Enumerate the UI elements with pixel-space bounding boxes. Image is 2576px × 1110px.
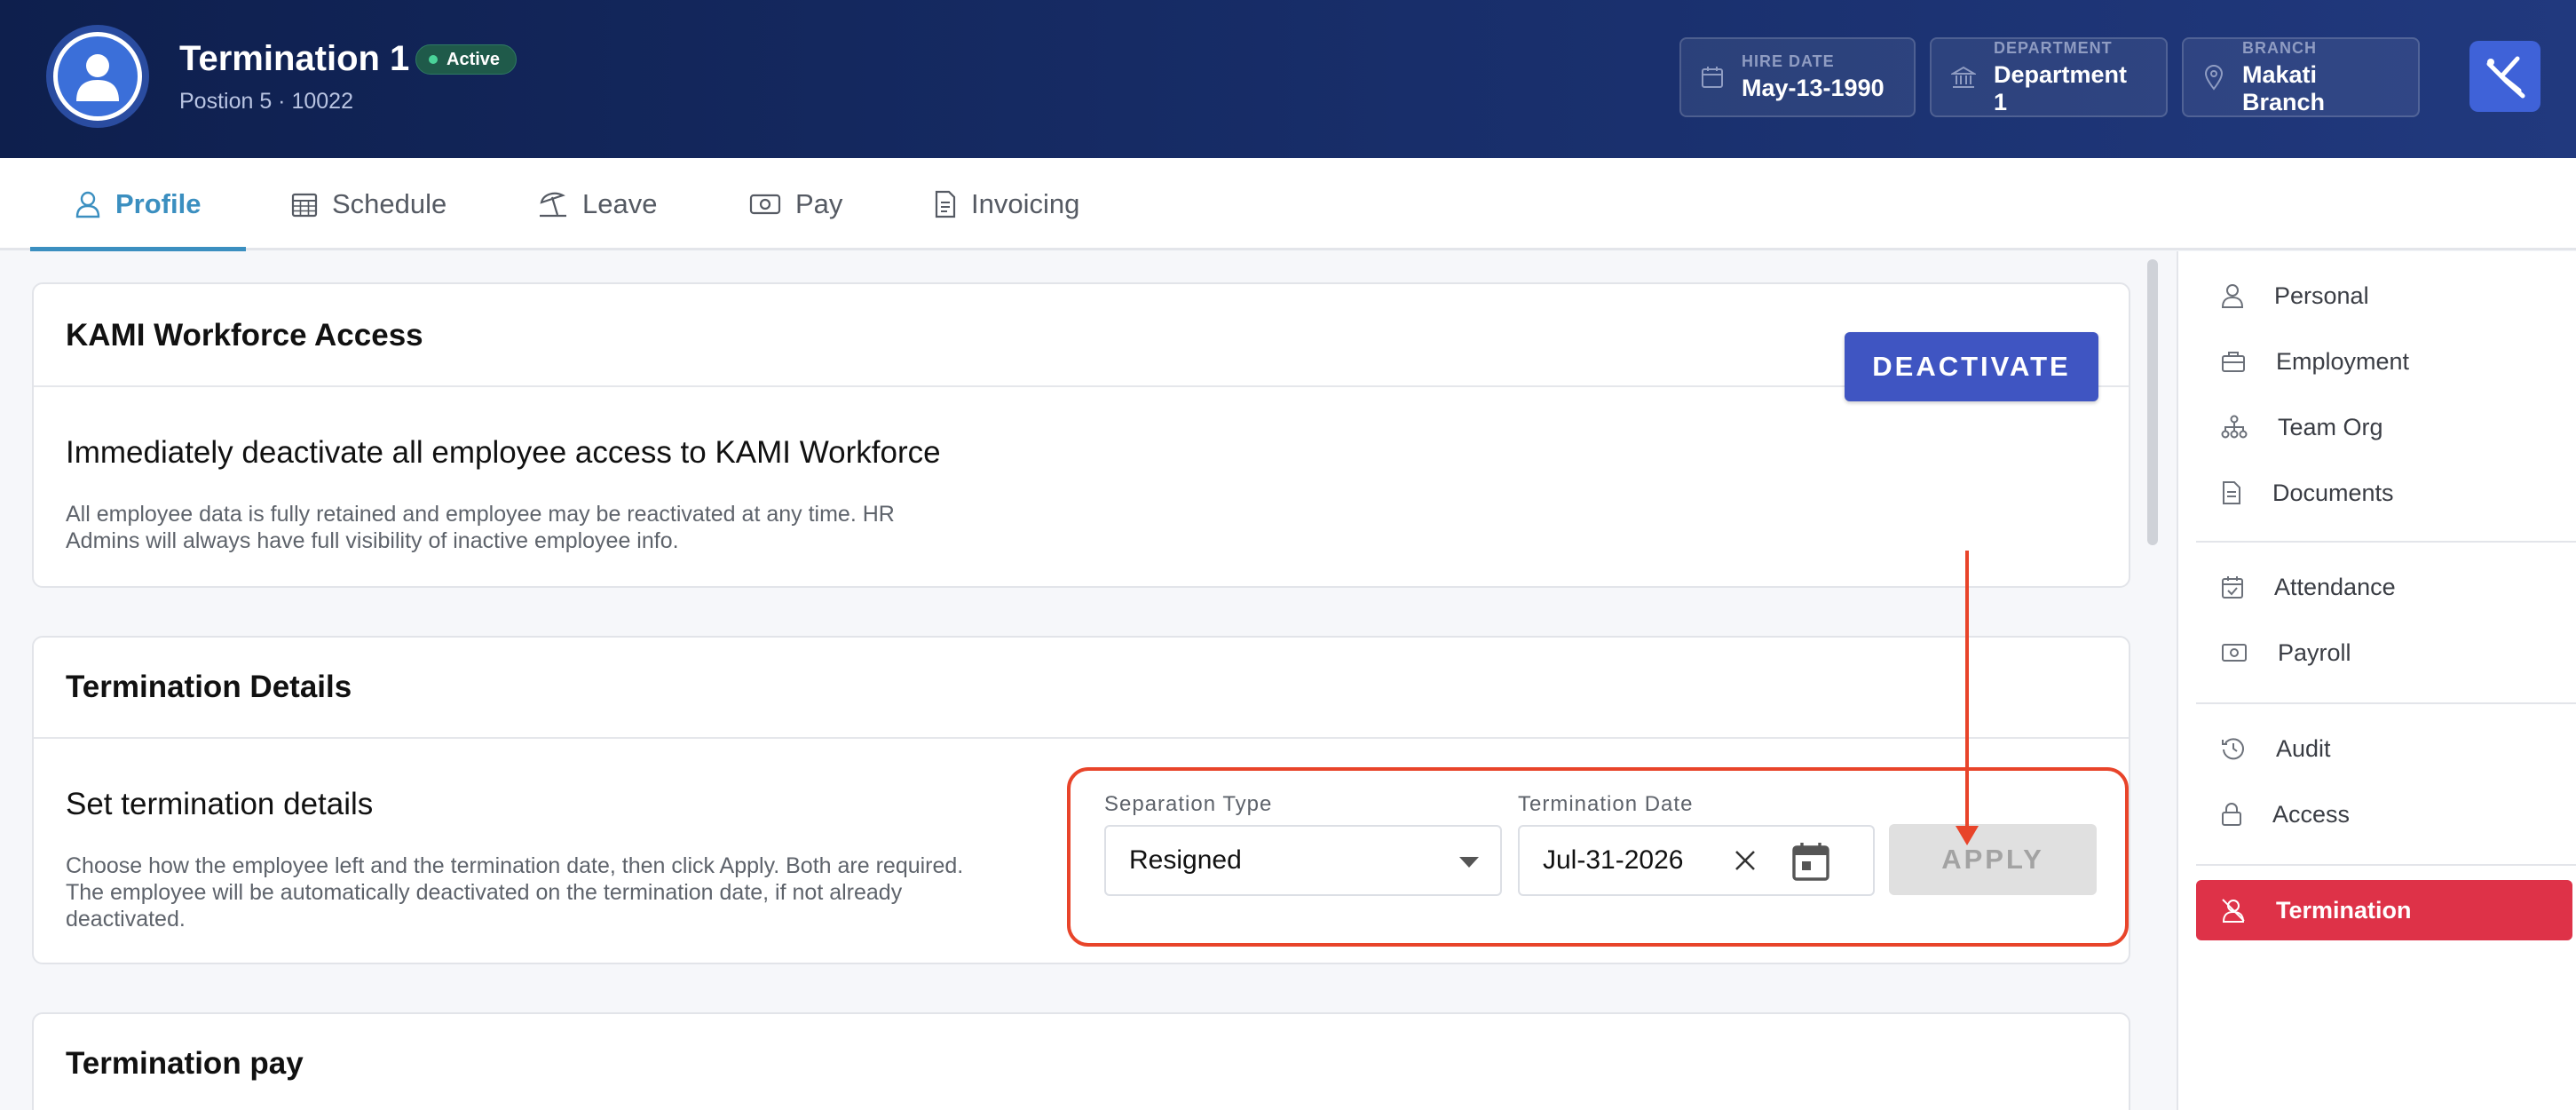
profile-section-sidebar: Personal Employment Team Org Documents A… (2177, 251, 2576, 1110)
sidebar-item-employment[interactable]: Employment (2196, 331, 2572, 392)
department-value: Department 1 (1994, 60, 2128, 115)
sidebar-divider (2196, 541, 2576, 543)
employee-name: Termination 1 (179, 39, 410, 78)
org-chart-icon (2221, 415, 2248, 439)
sidebar-divider (2196, 702, 2576, 704)
tab-leave[interactable]: Leave (538, 158, 657, 250)
briefcase-icon (2222, 352, 2245, 372)
money-icon (2222, 644, 2247, 662)
user-icon (2221, 284, 2244, 308)
beach-umbrella-icon (540, 192, 566, 218)
termination-heading: Set termination details (66, 787, 374, 821)
card-divider (34, 737, 2129, 739)
sidebar-divider (2196, 864, 2576, 866)
branch-label: BRANCH (2242, 38, 2317, 57)
bank-icon (1951, 66, 1976, 88)
employee-header: Termination 1 Active Postion 5 · 10022 H… (0, 0, 2576, 158)
calendar-icon[interactable] (1791, 841, 1830, 889)
sidebar-item-audit[interactable]: Audit (2196, 718, 2572, 779)
hire-date-value: May-13-1990 (1742, 75, 1885, 101)
sidebar-item-label: Attendance (2274, 573, 2396, 600)
deactivate-heading: Immediately deactivate all employee acce… (66, 435, 941, 470)
status-label: Active (446, 49, 501, 69)
lock-icon (2222, 803, 2241, 826)
tab-profile[interactable]: Profile (75, 158, 201, 250)
sidebar-item-label: Employment (2276, 347, 2410, 375)
sidebar-item-label: Termination (2276, 896, 2412, 924)
history-icon (2222, 738, 2244, 760)
hire-date-card: HIRE DATE May-13-1990 (1679, 37, 1916, 117)
tab-label: Profile (115, 188, 201, 219)
sidebar-item-label: Personal (2274, 281, 2369, 309)
sidebar-item-label: Payroll (2278, 638, 2351, 666)
termination-description-line2: The employee will be automatically deact… (66, 880, 903, 905)
card-divider (34, 385, 2129, 387)
tab-label: Pay (795, 188, 843, 219)
clear-icon[interactable] (1731, 846, 1759, 882)
kami-logo-icon (2486, 56, 2525, 99)
separation-type-value: Resigned (1129, 845, 1242, 875)
sidebar-item-label: Audit (2276, 734, 2331, 762)
calendar-icon (1702, 67, 1723, 88)
scrollbar-thumb[interactable] (2147, 259, 2158, 545)
sidebar-item-team-org[interactable]: Team Org (2196, 397, 2572, 457)
money-icon (749, 194, 781, 215)
tab-schedule[interactable]: Schedule (291, 158, 446, 250)
branch-value: Makati Branch (2242, 60, 2326, 115)
annotation-arrow-head-icon (1956, 826, 1979, 845)
termination-pay-card: Termination pay (32, 1012, 2130, 1110)
user-avatar-icon (53, 32, 142, 121)
separation-type-label: Separation Type (1104, 792, 1273, 816)
annotation-arrow-line (1965, 551, 1969, 833)
sidebar-item-personal[interactable]: Personal (2196, 266, 2572, 326)
termination-date-field[interactable]: Jul-31-2026 (1518, 825, 1875, 896)
termination-description-line3: deactivated. (66, 907, 186, 932)
tab-label: Leave (582, 188, 658, 219)
calendar-grid-icon (291, 193, 318, 218)
app-logo[interactable] (2469, 41, 2540, 112)
sidebar-item-label: Access (2272, 800, 2351, 828)
user-icon (75, 191, 100, 218)
tab-pay[interactable]: Pay (749, 158, 842, 250)
sidebar-item-access[interactable]: Access (2196, 784, 2572, 844)
status-dot-icon (429, 55, 438, 64)
calendar-check-icon (2222, 576, 2243, 599)
sidebar-item-documents[interactable]: Documents (2196, 463, 2572, 523)
sidebar-item-payroll[interactable]: Payroll (2196, 622, 2572, 683)
department-label: DEPARTMENT (1994, 38, 2113, 57)
termination-date-value: Jul-31-2026 (1543, 845, 1684, 875)
workforce-access-card: KAMI Workforce Access Immediately deacti… (32, 282, 2130, 588)
employee-position-id: Postion 5 · 10022 (179, 89, 353, 114)
apply-button[interactable]: APPLY (1889, 824, 2097, 895)
card-title: KAMI Workforce Access (66, 318, 423, 353)
invoice-icon (935, 190, 956, 218)
card-title: Termination pay (66, 1046, 304, 1081)
branch-card: BRANCH Makati Branch (2182, 37, 2420, 117)
card-title: Termination Details (66, 670, 352, 704)
user-off-icon (2222, 899, 2245, 923)
termination-description-line1: Choose how the employee left and the ter… (66, 853, 964, 878)
separation-type-select[interactable]: Resigned (1104, 825, 1502, 896)
deactivate-description-line2: Admins will always have full visibility … (66, 528, 679, 553)
sidebar-item-label: Documents (2272, 479, 2394, 506)
avatar[interactable] (46, 25, 149, 128)
department-card: DEPARTMENT Department 1 (1930, 37, 2168, 117)
tab-label: Schedule (332, 188, 447, 219)
location-pin-icon (2204, 65, 2224, 91)
sidebar-item-attendance[interactable]: Attendance (2196, 557, 2572, 617)
deactivate-button[interactable]: DEACTIVATE (1845, 332, 2098, 401)
deactivate-description-line1: All employee data is fully retained and … (66, 502, 895, 527)
hire-date-label: HIRE DATE (1742, 52, 1835, 70)
status-badge: Active (415, 44, 518, 75)
tab-invoicing[interactable]: Invoicing (934, 158, 1079, 250)
tab-label: Invoicing (971, 188, 1080, 219)
dropdown-arrow-icon (1459, 857, 1479, 868)
document-icon (2223, 481, 2240, 504)
sidebar-item-termination[interactable]: Termination (2196, 880, 2572, 940)
active-tab-indicator (30, 247, 246, 251)
profile-tabs: Profile Schedule Leave Pay Invoicing (0, 158, 2576, 251)
sidebar-item-label: Team Org (2278, 413, 2383, 440)
termination-date-label: Termination Date (1518, 792, 1694, 816)
